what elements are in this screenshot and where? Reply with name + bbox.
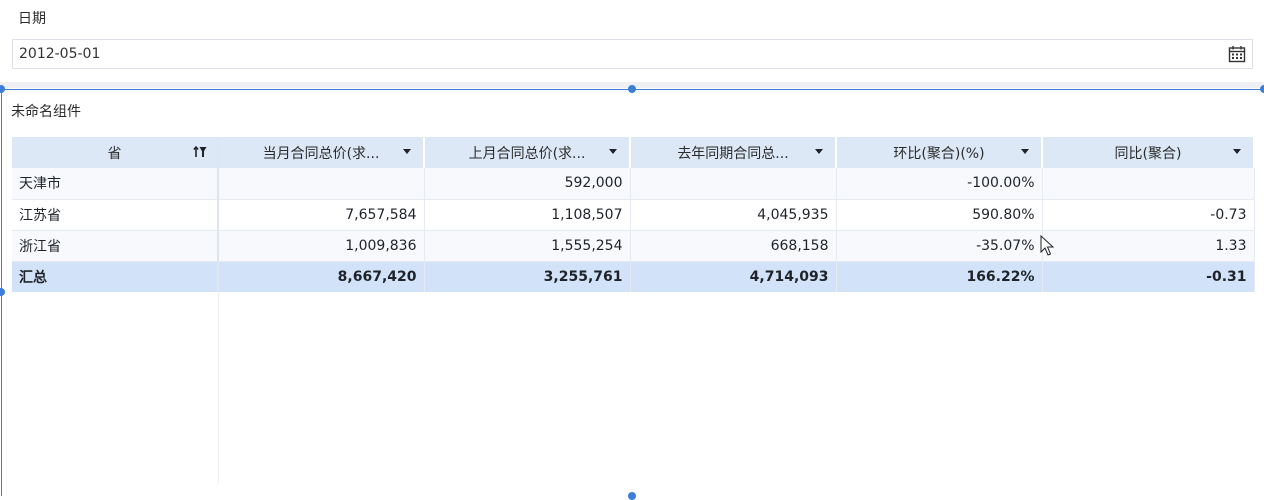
caret-down-icon[interactable] xyxy=(1233,149,1241,154)
table-total-row: 汇总 8,667,420 3,255,761 4,714,093 166.22%… xyxy=(12,261,1255,292)
cell-value xyxy=(1042,168,1255,200)
cell-province: 江苏省 xyxy=(12,199,219,231)
mouse-cursor-icon xyxy=(1040,235,1054,256)
cell-value: 1,009,836 xyxy=(218,230,425,262)
column-header-label: 同比(聚合) xyxy=(1114,145,1182,162)
column-header-last-month-total[interactable]: 上月合同总价(求... xyxy=(424,137,631,168)
cell-value: 7,657,584 xyxy=(218,199,425,231)
caret-down-icon[interactable] xyxy=(815,149,823,154)
column-header-label: 当月合同总价(求... xyxy=(262,145,380,162)
column-divider-guide xyxy=(218,293,219,483)
cell-value: 590.80% xyxy=(836,199,1043,231)
cell-value: -35.07% xyxy=(836,230,1043,262)
cell-province: 天津市 xyxy=(12,168,219,200)
cell-total-value: 8,667,420 xyxy=(218,261,425,292)
cell-total-value: -0.31 xyxy=(1042,261,1255,292)
date-filter-label: 日期 xyxy=(18,11,46,27)
calendar-icon[interactable] xyxy=(1228,45,1246,63)
cell-province: 浙江省 xyxy=(12,230,219,262)
table-row: 浙江省 1,009,836 1,555,254 668,158 -35.07% … xyxy=(12,230,1255,262)
resize-handle-bottom-center[interactable] xyxy=(628,492,636,500)
table-header-row: 省 当月合同总价(求... 上月合同总价(求... 去年同期合同总... 环比(… xyxy=(12,137,1255,168)
cell-value xyxy=(218,168,425,200)
table-row: 天津市 592,000 -100.00% xyxy=(12,168,1255,200)
column-header-label: 环比(聚合)(%) xyxy=(893,145,985,162)
component-title: 未命名组件 xyxy=(11,104,81,120)
cell-value xyxy=(630,168,837,200)
data-table: 省 当月合同总价(求... 上月合同总价(求... 去年同期合同总... 环比(… xyxy=(12,137,1255,292)
cell-total-value: 4,714,093 xyxy=(630,261,837,292)
cell-value: 592,000 xyxy=(424,168,631,200)
cell-value: -0.73 xyxy=(1042,199,1255,231)
cell-value: 1,108,507 xyxy=(424,199,631,231)
column-header-yoy[interactable]: 同比(聚合) xyxy=(1042,137,1255,168)
resize-handle-top-right[interactable] xyxy=(1260,85,1264,93)
caret-down-icon[interactable] xyxy=(609,149,617,154)
cell-value: -100.00% xyxy=(836,168,1043,200)
column-header-last-year-total[interactable]: 去年同期合同总... xyxy=(630,137,837,168)
cell-value: 4,045,935 xyxy=(630,199,837,231)
cell-total-value: 3,255,761 xyxy=(424,261,631,292)
resize-handle-top-center[interactable] xyxy=(628,85,636,93)
column-header-label: 去年同期合同总... xyxy=(677,145,789,162)
caret-down-icon[interactable] xyxy=(1021,149,1029,154)
table-row: 江苏省 7,657,584 1,108,507 4,045,935 590.80… xyxy=(12,199,1255,231)
cell-value: 1.33 xyxy=(1042,230,1255,262)
column-header-current-month-total[interactable]: 当月合同总价(求... xyxy=(218,137,425,168)
sort-filter-icon[interactable] xyxy=(193,145,207,159)
column-header-label: 省 xyxy=(107,145,122,162)
column-header-label: 上月合同总价(求... xyxy=(468,145,586,162)
column-header-mom-percent[interactable]: 环比(聚合)(%) xyxy=(836,137,1043,168)
date-value: 2012-05-01 xyxy=(19,46,101,62)
cell-total-value: 166.22% xyxy=(836,261,1043,292)
date-input[interactable]: 2012-05-01 xyxy=(12,39,1253,69)
cell-value: 668,158 xyxy=(630,230,837,262)
cell-value: 1,555,254 xyxy=(424,230,631,262)
cell-total-label: 汇总 xyxy=(12,261,219,292)
column-header-province[interactable]: 省 xyxy=(12,137,219,168)
caret-down-icon[interactable] xyxy=(403,149,411,154)
